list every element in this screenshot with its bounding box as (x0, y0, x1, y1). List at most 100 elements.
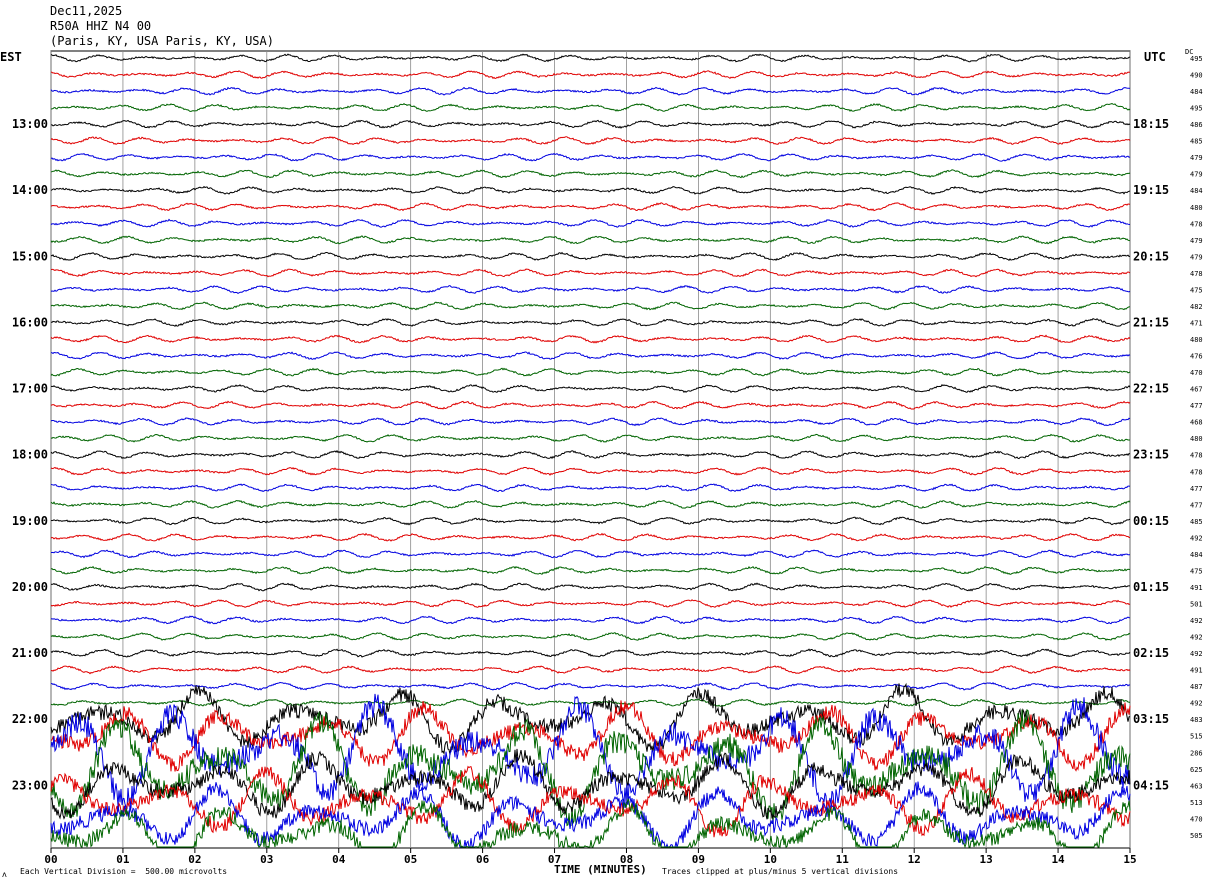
x-tick-label: 02 (188, 853, 201, 866)
dc-value: 501 (1190, 600, 1203, 608)
est-hour-label: 22:00 (12, 712, 48, 726)
utc-hour-label: 01:15 (1133, 580, 1169, 594)
trace-row-25 (50, 449, 1131, 460)
utc-hour-label: 23:15 (1133, 448, 1169, 462)
trace-row-9 (50, 185, 1131, 195)
dc-value: 480 (1190, 204, 1203, 212)
dc-value: 492 (1190, 534, 1203, 542)
trace-row-15 (50, 285, 1131, 295)
dc-value: 491 (1190, 584, 1203, 592)
dc-value: 480 (1190, 336, 1203, 344)
dc-value: 490 (1190, 72, 1203, 80)
dc-value: 470 (1190, 369, 1203, 377)
trace-row-2 (50, 70, 1131, 80)
dc-value: 478 (1190, 220, 1203, 228)
x-tick-label: 11 (836, 853, 850, 866)
dc-value: 492 (1190, 634, 1203, 642)
dc-value: 478 (1190, 468, 1203, 476)
est-hour-label: 16:00 (12, 315, 48, 329)
est-hour-label: 14:00 (12, 183, 48, 197)
dc-value: 515 (1190, 733, 1203, 741)
est-hour-label: 21:00 (12, 646, 48, 660)
trace-row-36 (50, 632, 1131, 641)
est-hour-label: 23:00 (12, 778, 48, 792)
dc-value: 471 (1190, 319, 1203, 327)
dc-value: 484 (1190, 88, 1203, 96)
x-tick-label: 01 (116, 853, 130, 866)
dc-value: 477 (1190, 402, 1203, 410)
trace-row-26 (50, 466, 1131, 476)
trace-row-3 (50, 86, 1131, 96)
est-hour-label: 13:00 (12, 117, 48, 131)
corner-mark: ʌ (2, 870, 7, 879)
dc-value: 470 (1190, 815, 1203, 823)
est-hour-label: 15:00 (12, 249, 48, 263)
dc-value: 486 (1190, 121, 1203, 129)
dc-value: 479 (1190, 253, 1203, 261)
trace-row-12 (50, 235, 1131, 245)
dc-value: 480 (1190, 435, 1203, 443)
dc-value: 286 (1190, 749, 1203, 757)
x-tick-label: 04 (332, 853, 346, 866)
x-tick-label: 10 (764, 853, 777, 866)
x-tick-label: 09 (692, 853, 705, 866)
dc-value: 625 (1190, 766, 1203, 774)
dc-value: 468 (1190, 419, 1203, 427)
trace-row-1 (50, 53, 1131, 63)
x-tick-label: 05 (404, 853, 417, 866)
trace-row-39 (50, 681, 1131, 691)
trace-row-14 (50, 268, 1131, 278)
trace-row-29 (50, 516, 1131, 526)
dc-value: 492 (1190, 650, 1203, 658)
dc-value: 491 (1190, 667, 1203, 675)
trace-row-5 (50, 119, 1131, 129)
x-tick-label: 15 (1123, 853, 1136, 866)
dc-value: 485 (1190, 518, 1203, 526)
trace-row-10 (50, 202, 1131, 212)
trace-row-45 (50, 748, 1131, 820)
trace-row-11 (50, 218, 1131, 228)
scale-note: Each Vertical Division = 500.00 microvol… (20, 867, 228, 876)
trace-row-34 (50, 599, 1131, 608)
utc-hour-label: 18:15 (1133, 117, 1169, 131)
dc-value: 492 (1190, 617, 1203, 625)
utc-hour-label: 21:15 (1133, 315, 1169, 329)
trace-row-37 (50, 648, 1131, 658)
x-tick-label: 13 (980, 853, 993, 866)
trace-row-35 (50, 615, 1130, 625)
trace-row-24 (50, 433, 1130, 443)
utc-hour-label: 04:15 (1133, 778, 1169, 792)
trace-row-16 (50, 301, 1131, 311)
trace-row-13 (50, 251, 1131, 262)
x-tick-label: 14 (1051, 853, 1065, 866)
trace-row-48 (50, 797, 1131, 849)
dc-value: 505 (1190, 832, 1203, 840)
trace-row-23 (50, 417, 1131, 427)
trace-row-30 (50, 532, 1131, 542)
clip-note: Traces clipped at plus/minus 5 vertical … (662, 867, 899, 876)
dc-value: 476 (1190, 353, 1203, 361)
trace-row-31 (51, 549, 1131, 559)
dc-value: 479 (1190, 237, 1203, 245)
dc-value: 483 (1190, 716, 1203, 724)
trace-row-7 (50, 152, 1131, 162)
trace-row-6 (50, 136, 1131, 145)
helicorder-chart: 00 01 02 03 04 05 06 07 08 09 10 11 12 13 14 1549549048… (12, 50, 1203, 866)
dc-value: 495 (1190, 105, 1203, 113)
utc-hour-label: 20:15 (1133, 249, 1169, 263)
dc-value: 485 (1190, 138, 1203, 146)
trace-row-22 (50, 400, 1131, 410)
utc-hour-label: 19:15 (1133, 183, 1169, 197)
utc-hour-label: 03:15 (1133, 712, 1169, 726)
dc-value: 479 (1190, 171, 1203, 179)
utc-hour-label: 22:15 (1133, 382, 1169, 396)
dc-value: 475 (1190, 567, 1203, 575)
x-tick-label: 06 (476, 853, 490, 866)
dc-value: 492 (1190, 700, 1203, 708)
dc-value: 513 (1190, 799, 1203, 807)
dc-value: 495 (1190, 55, 1203, 63)
dc-value: 467 (1190, 386, 1203, 394)
trace-row-33 (50, 582, 1130, 592)
est-hour-label: 17:00 (12, 382, 48, 396)
dc-value: 487 (1190, 683, 1203, 691)
